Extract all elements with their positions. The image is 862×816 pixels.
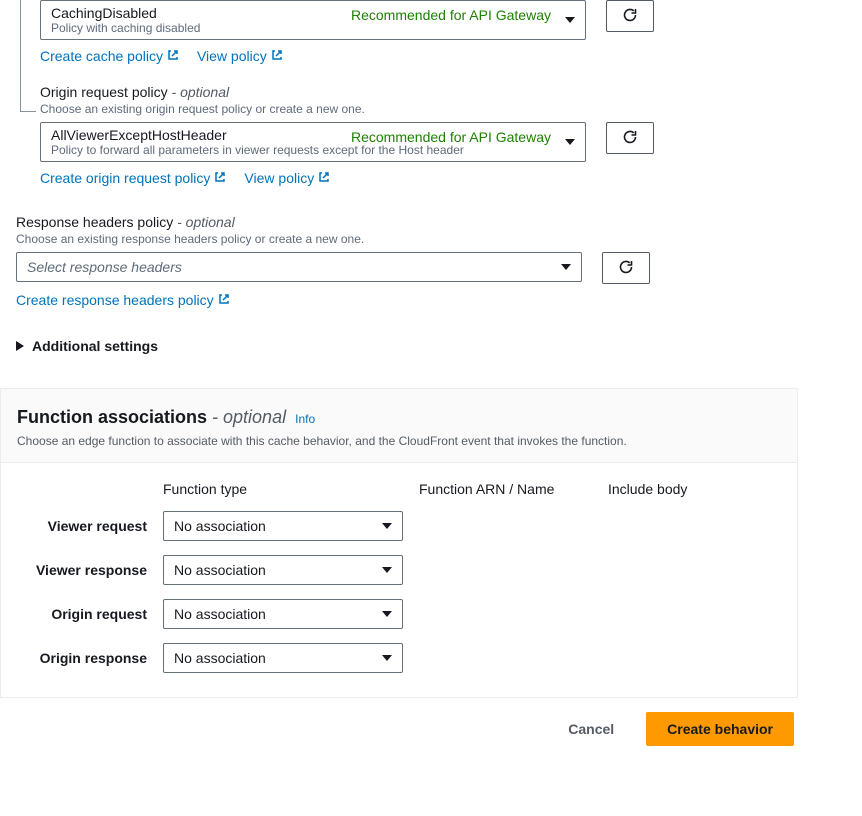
caret-down-icon	[561, 264, 571, 270]
origin-request-policy-badge: Recommended for API Gateway	[351, 129, 551, 145]
cache-policy-selected-desc: Policy with caching disabled	[51, 21, 575, 35]
caret-down-icon	[565, 139, 575, 145]
viewer-response-function-type-select[interactable]: No association	[163, 555, 403, 585]
refresh-response-headers-policy-button[interactable]	[602, 252, 650, 284]
column-function-type: Function type	[163, 481, 403, 497]
additional-settings-toggle[interactable]: Additional settings	[16, 334, 798, 370]
refresh-icon	[618, 259, 634, 278]
refresh-icon	[622, 129, 638, 148]
origin-request-policy-selected-desc: Policy to forward all parameters in view…	[51, 143, 575, 157]
response-headers-policy-select[interactable]: Select response headers	[16, 252, 582, 282]
caret-down-icon	[382, 523, 392, 529]
response-headers-policy-placeholder: Select response headers	[27, 259, 571, 275]
row-label-origin-response: Origin response	[17, 650, 147, 666]
caret-down-icon	[382, 567, 392, 573]
caret-down-icon	[382, 655, 392, 661]
external-link-icon	[271, 48, 283, 64]
external-link-icon	[218, 292, 230, 308]
origin-request-policy-select[interactable]: AllViewerExceptHostHeader Policy to forw…	[40, 122, 586, 162]
origin-request-policy-label: Origin request policy - optional	[40, 84, 798, 100]
function-associations-panel: Function associations - optional Info Ch…	[0, 388, 798, 697]
caret-down-icon	[565, 17, 575, 23]
create-response-headers-policy-link[interactable]: Create response headers policy	[16, 292, 230, 308]
row-label-viewer-request: Viewer request	[17, 518, 147, 534]
view-origin-request-policy-link[interactable]: View policy	[244, 170, 330, 186]
caret-down-icon	[382, 611, 392, 617]
cache-policy-select[interactable]: CachingDisabled Policy with caching disa…	[40, 0, 586, 40]
cache-policy-badge: Recommended for API Gateway	[351, 7, 551, 23]
create-behavior-button[interactable]: Create behavior	[646, 712, 794, 746]
external-link-icon	[214, 170, 226, 186]
cancel-button[interactable]: Cancel	[548, 712, 634, 746]
function-associations-title: Function associations - optional	[17, 407, 291, 427]
create-origin-request-policy-link[interactable]: Create origin request policy	[40, 170, 226, 186]
refresh-origin-request-policy-button[interactable]	[606, 122, 654, 154]
row-label-viewer-response: Viewer response	[17, 562, 147, 578]
caret-right-icon	[16, 338, 24, 354]
view-cache-policy-link[interactable]: View policy	[197, 48, 283, 64]
refresh-icon	[622, 7, 638, 26]
column-include-body: Include body	[608, 481, 781, 497]
external-link-icon	[318, 170, 330, 186]
response-headers-policy-label: Response headers policy - optional	[16, 214, 798, 230]
function-associations-info-link[interactable]: Info	[295, 412, 315, 426]
external-link-icon	[167, 48, 179, 64]
viewer-request-function-type-select[interactable]: No association	[163, 511, 403, 541]
create-cache-policy-link[interactable]: Create cache policy	[40, 48, 179, 64]
origin-request-function-type-select[interactable]: No association	[163, 599, 403, 629]
function-associations-desc: Choose an edge function to associate wit…	[17, 434, 781, 448]
origin-response-function-type-select[interactable]: No association	[163, 643, 403, 673]
refresh-cache-policy-button[interactable]	[606, 0, 654, 32]
column-function-arn: Function ARN / Name	[419, 481, 592, 497]
origin-request-policy-desc: Choose an existing origin request policy…	[40, 102, 798, 116]
response-headers-policy-desc: Choose an existing response headers poli…	[16, 232, 798, 246]
row-label-origin-request: Origin request	[17, 606, 147, 622]
